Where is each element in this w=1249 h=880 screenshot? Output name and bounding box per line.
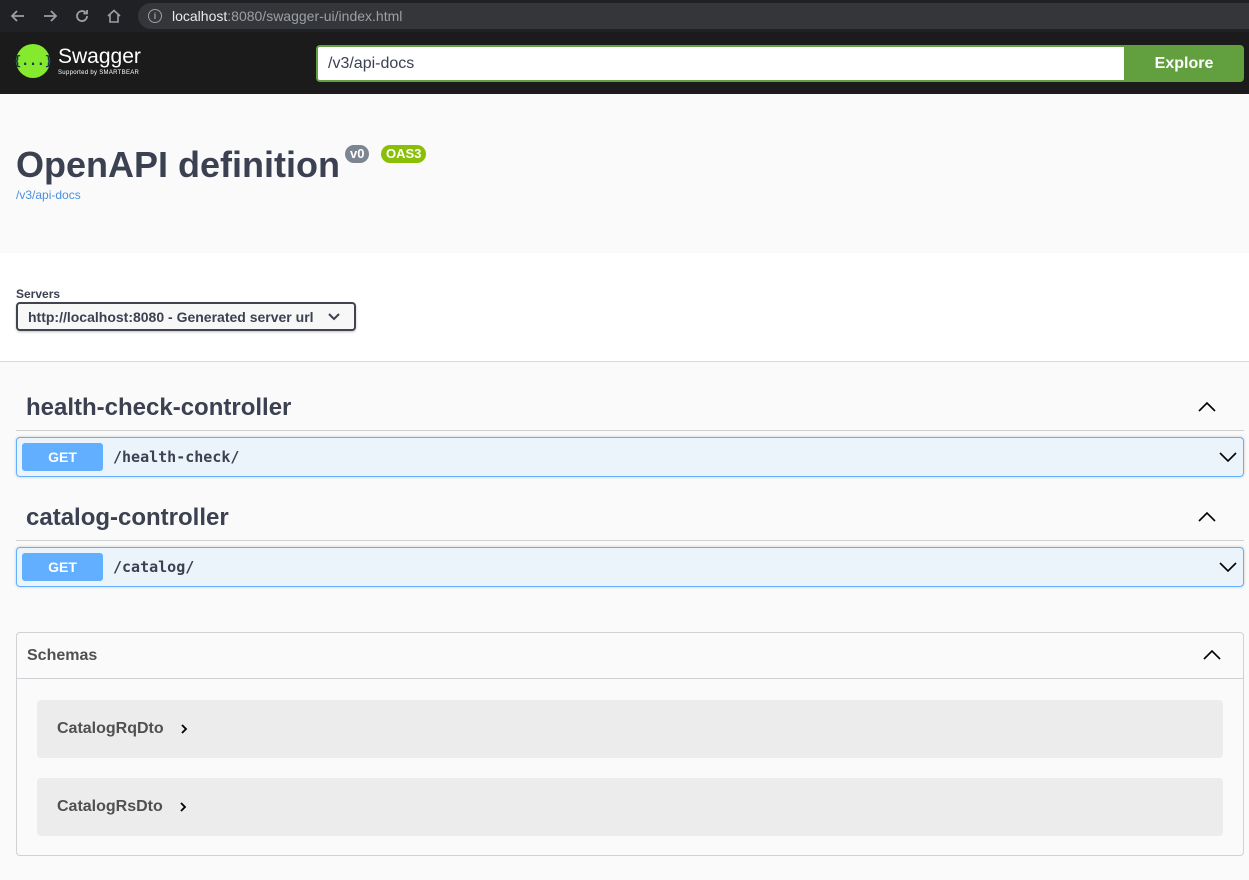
oas-badge: OAS3 xyxy=(381,145,427,163)
operation-path: /catalog/ xyxy=(113,558,195,576)
forward-icon[interactable] xyxy=(34,0,66,32)
model-name: CatalogRqDto xyxy=(57,720,164,737)
servers-selected-value: http://localhost:8080 - Generated server… xyxy=(28,308,314,325)
model-item[interactable]: CatalogRqDto xyxy=(37,700,1223,758)
chevron-right-icon[interactable] xyxy=(179,801,187,813)
spec-url-input[interactable] xyxy=(316,45,1124,82)
method-badge: GET xyxy=(22,553,103,581)
schemas-section: Schemas CatalogRqDto CatalogRsDto xyxy=(16,632,1244,856)
tag-header-catalog[interactable]: catalog-controller xyxy=(16,495,1244,541)
url-host: localhost xyxy=(172,8,228,24)
logo-title: Swagger xyxy=(58,45,141,68)
chevron-up-icon[interactable] xyxy=(1203,649,1221,661)
reload-icon[interactable] xyxy=(66,0,98,32)
operation-get-catalog[interactable]: GET /catalog/ xyxy=(16,547,1244,587)
logo-subtitle: Supported by SMARTBEAR xyxy=(58,70,140,76)
info-section: OpenAPI definition v0 OAS3 /v3/api-docs xyxy=(0,94,1249,253)
address-bar[interactable]: i localhost :8080/swagger-ui/index.html xyxy=(138,3,1249,29)
servers-label: Servers xyxy=(16,287,61,301)
chevron-down-icon[interactable] xyxy=(1219,561,1237,573)
tag-title: health-check-controller xyxy=(26,393,292,421)
chevron-down-icon[interactable] xyxy=(1219,451,1237,463)
operation-get-health-check[interactable]: GET /health-check/ xyxy=(16,437,1244,477)
chevron-down-icon xyxy=(328,313,340,321)
url-path: :8080/swagger-ui/index.html xyxy=(227,8,403,24)
site-info-icon[interactable]: i xyxy=(148,9,162,23)
chevron-up-icon[interactable] xyxy=(1198,511,1216,523)
swagger-logo[interactable]: {...} Swagger Supported by SMARTBEAR xyxy=(13,44,141,78)
tag-title: catalog-controller xyxy=(26,503,229,531)
version-badge: v0 xyxy=(345,145,370,163)
servers-section: Servers http://localhost:8080 - Generate… xyxy=(0,253,1249,362)
servers-select[interactable]: http://localhost:8080 - Generated server… xyxy=(16,302,356,331)
explore-button[interactable]: Explore xyxy=(1124,45,1244,82)
home-icon[interactable] xyxy=(98,0,130,32)
back-icon[interactable] xyxy=(2,0,34,32)
page-title: OpenAPI definition xyxy=(16,144,340,185)
spec-link[interactable]: /v3/api-docs xyxy=(16,188,81,202)
operation-path: /health-check/ xyxy=(113,448,240,466)
chevron-right-icon[interactable] xyxy=(180,723,188,735)
method-badge: GET xyxy=(22,443,103,471)
tag-header-health-check[interactable]: health-check-controller xyxy=(16,385,1244,431)
schemas-title: Schemas xyxy=(27,646,98,664)
chevron-up-icon[interactable] xyxy=(1198,401,1216,413)
schemas-header[interactable]: Schemas xyxy=(17,633,1243,679)
swagger-logo-icon: {...} xyxy=(13,44,53,78)
model-name: CatalogRsDto xyxy=(57,798,163,815)
model-item[interactable]: CatalogRsDto xyxy=(37,778,1223,836)
swagger-topbar: {...} Swagger Supported by SMARTBEAR Exp… xyxy=(0,32,1249,94)
browser-toolbar: i localhost :8080/swagger-ui/index.html xyxy=(0,0,1249,32)
